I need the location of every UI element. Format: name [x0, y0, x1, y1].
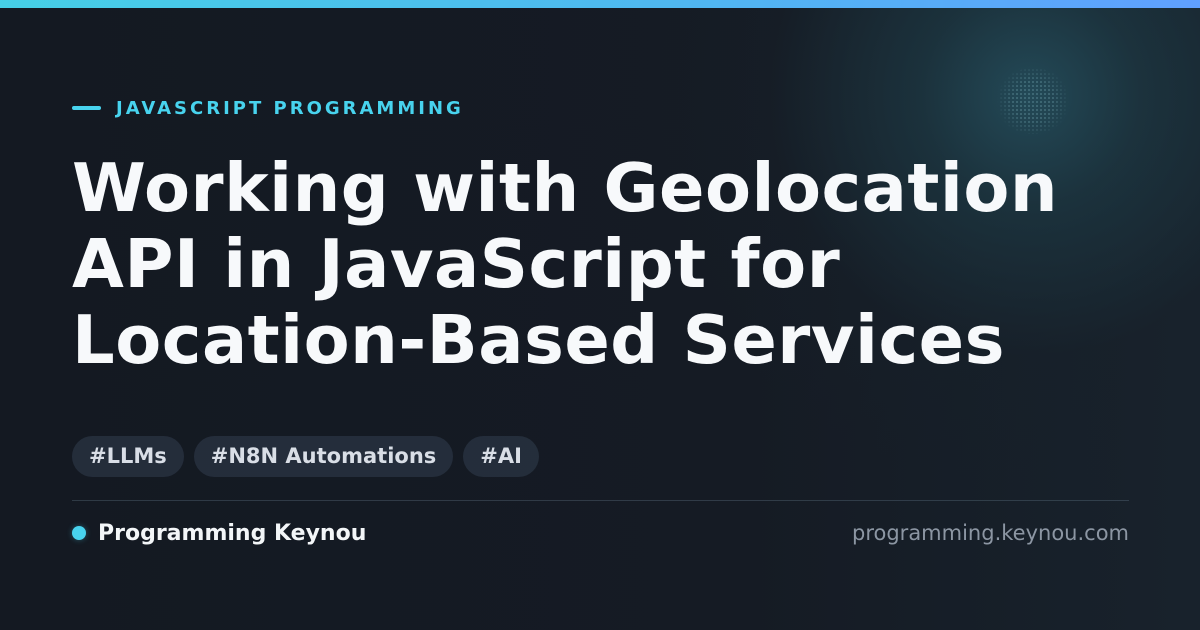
- brand-label: Programming Keynou: [72, 519, 366, 547]
- status-dot-icon: [72, 526, 86, 540]
- title-line-3: Location-Based Services: [72, 301, 1005, 379]
- top-accent-bar: [0, 0, 1200, 8]
- brand-name: Programming Keynou: [98, 520, 367, 546]
- site-domain[interactable]: programming.keynou.com: [852, 519, 1129, 547]
- tag-n8n-automations[interactable]: #N8N Automations: [193, 436, 454, 477]
- article-title: Working with Geolocation API in JavaScri…: [72, 150, 1112, 378]
- title-line-1: Working with Geolocation: [72, 149, 1059, 227]
- tag-ai[interactable]: #AI: [463, 436, 539, 477]
- category-label: JAVASCRIPT PROGRAMMING: [72, 96, 464, 120]
- category-text: JAVASCRIPT PROGRAMMING: [116, 97, 464, 119]
- footer-divider: [72, 500, 1129, 501]
- accent-line-icon: [72, 106, 101, 110]
- dot-texture-decoration: [995, 68, 1071, 134]
- title-line-2: API in JavaScript for: [72, 225, 841, 303]
- social-preview-card: JAVASCRIPT PROGRAMMING Working with Geol…: [0, 0, 1200, 630]
- tag-llms[interactable]: #LLMs: [72, 436, 184, 477]
- tag-list: #LLMs #N8N Automations #AI: [72, 436, 539, 477]
